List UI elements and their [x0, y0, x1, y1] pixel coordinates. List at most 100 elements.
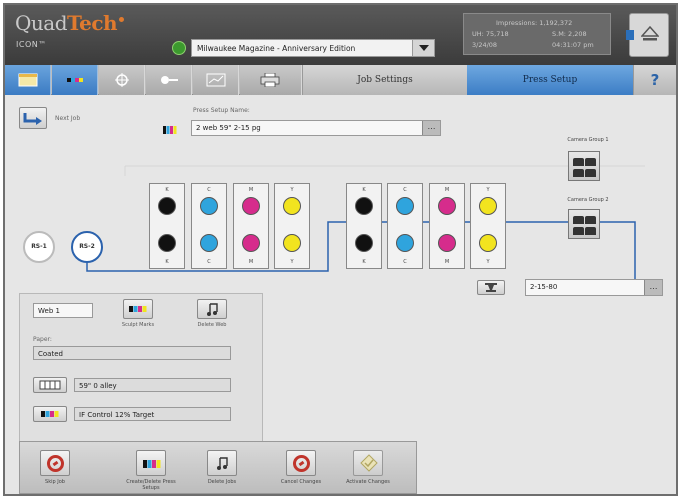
ink-dot [355, 197, 373, 215]
skip-job-button[interactable] [40, 450, 70, 476]
folder-field[interactable]: 2-15-80 … [525, 279, 663, 296]
ink-dot [283, 234, 301, 252]
printing-unit-c1[interactable]: C C [191, 183, 227, 269]
camera-icon [585, 169, 596, 177]
toolbar-cutoff-button[interactable] [146, 65, 192, 95]
toolbar-print-button[interactable] [240, 65, 302, 95]
folder-value: 2-15-80 [530, 283, 558, 291]
job-card-icon [18, 73, 38, 87]
ink-dot [242, 234, 260, 252]
job-select-dropdown[interactable]: Milwaukee Magazine - Anniversary Edition [191, 39, 435, 57]
printing-unit-k1[interactable]: K K [149, 183, 185, 269]
folder-icon [485, 283, 497, 292]
printing-unit-y2[interactable]: Y Y [470, 183, 506, 269]
toolbar-color-button[interactable] [52, 65, 98, 95]
printing-unit-y1[interactable]: Y Y [274, 183, 310, 269]
camera-group-1-button[interactable] [568, 151, 600, 181]
delete-web-button[interactable] [197, 299, 227, 319]
activate-diamond-icon [360, 454, 378, 472]
ink-dot [355, 234, 373, 252]
app-window: QuadTech ICON™ Milwaukee Magazine - Anni… [3, 3, 678, 496]
unit-top-label: C [207, 187, 211, 193]
eject-button[interactable] [626, 13, 669, 57]
activate-changes-label: Activate Changes [346, 479, 390, 485]
reel-stand-rs1[interactable]: RS-1 [23, 231, 55, 263]
product-label: ICON™ [16, 40, 47, 49]
color-bars-icon [41, 411, 59, 417]
printing-unit-k2[interactable]: K K [346, 183, 382, 269]
ink-dot [396, 234, 414, 252]
printing-unit-m1[interactable]: M M [233, 183, 269, 269]
ellipsis-icon[interactable]: … [644, 280, 662, 295]
sculpt-marks-button[interactable] [123, 299, 153, 319]
tab-press-setup[interactable]: Press Setup [467, 65, 633, 95]
web-width-value: 59" 0 alley [79, 382, 117, 390]
paper-field: Coated [33, 346, 231, 360]
reel-stand-rs2[interactable]: RS-2 [71, 231, 103, 263]
paper-value: Coated [38, 350, 63, 358]
unit-top-label: Y [290, 187, 294, 193]
action-button-group: Skip Job Create/Delete Press Setups Dele… [19, 441, 417, 494]
unit-top-label: M [248, 187, 254, 193]
status-date: 3/24/08 [472, 41, 498, 49]
bottom-action-bar: Skip Job Create/Delete Press Setups Dele… [5, 441, 676, 494]
printing-unit-c2[interactable]: C C [387, 183, 423, 269]
control-target-field: IF Control 12% Target [74, 407, 231, 421]
web-width-field: 59" 0 alley [74, 378, 231, 392]
camera-icon [573, 227, 584, 235]
no-entry-icon [47, 455, 64, 472]
job-select-value: Milwaukee Magazine - Anniversary Edition [197, 44, 356, 53]
color-bars-icon [67, 78, 83, 82]
sm-count: S.M: 2,208 [552, 30, 587, 38]
printing-unit-m2[interactable]: M M [429, 183, 465, 269]
activate-changes-button[interactable] [353, 450, 383, 476]
tab-job-settings[interactable]: Job Settings [302, 65, 467, 95]
crosshair-icon [115, 73, 129, 87]
ink-dot [200, 197, 218, 215]
unit-top-label: K [362, 187, 366, 193]
unit-top-label: C [403, 187, 407, 193]
web-width-button[interactable] [33, 377, 67, 393]
cutoff-icon [161, 76, 178, 84]
control-target-button[interactable] [33, 406, 67, 422]
web-name-field[interactable]: Web 1 [33, 303, 93, 318]
cancel-changes-button[interactable] [286, 450, 316, 476]
unit-top-label: M [444, 187, 450, 193]
ink-dot [242, 197, 260, 215]
unit-bottom-label: K [362, 259, 366, 265]
chevron-down-icon[interactable] [412, 40, 434, 56]
camera-group-2-button[interactable] [568, 209, 600, 239]
press-setup-area: Next Job Press Setup Name: 2 web 59" 2-1… [5, 96, 676, 441]
no-entry-icon [293, 455, 310, 472]
camera-group-2-label: Camera Group 2 [567, 197, 609, 203]
press-status-readout: Impressions: 1,192,372 UH: 75,718 S.M: 2… [463, 13, 611, 55]
unit-bottom-label: C [207, 259, 211, 265]
cancel-changes-label: Cancel Changes [280, 479, 322, 485]
eject-icon [641, 25, 659, 41]
camera-icon [573, 216, 584, 224]
ink-dot [283, 197, 301, 215]
delete-jobs-button[interactable] [207, 450, 237, 476]
camera-icon [573, 169, 584, 177]
toolbar-job-button[interactable] [5, 65, 51, 95]
web-name-value: Web 1 [38, 307, 60, 315]
header-bar: QuadTech ICON™ Milwaukee Magazine - Anni… [5, 5, 676, 65]
uh-count: UH: 75,718 [472, 30, 509, 38]
delete-jobs-label: Delete Jobs [207, 479, 237, 485]
color-bars-icon [143, 460, 161, 468]
impressions-count: Impressions: 1,192,372 [496, 19, 573, 27]
folder-button[interactable] [477, 280, 505, 295]
camera-icon [585, 227, 596, 235]
toolbar-register-button[interactable] [99, 65, 145, 95]
toolbar-trend-button[interactable] [193, 65, 239, 95]
skip-job-label: Skip Job [45, 479, 65, 485]
help-button[interactable]: ? [633, 65, 676, 95]
unit-bottom-label: M [248, 259, 254, 265]
ink-dot [438, 234, 456, 252]
status-time: 04:31:07 pm [552, 41, 594, 49]
sculpt-marks-label: Sculpt Marks [121, 322, 155, 328]
create-delete-press-setups-button[interactable] [136, 450, 166, 476]
unit-top-label: Y [486, 187, 490, 193]
camera-icon [585, 158, 596, 166]
printer-icon [260, 73, 280, 87]
